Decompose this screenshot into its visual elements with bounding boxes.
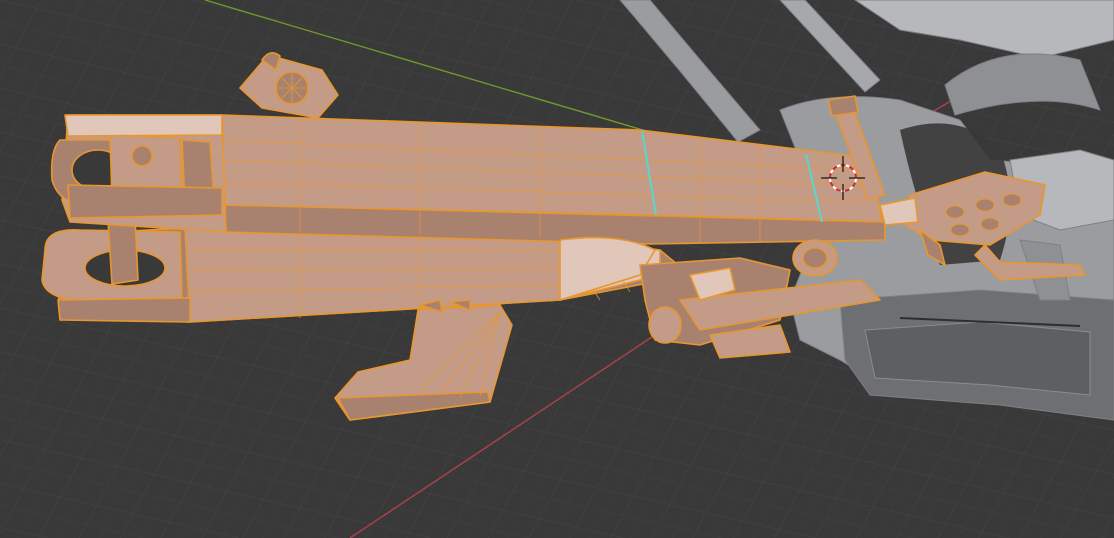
pivot-pin[interactable] — [107, 217, 139, 285]
3d-viewport[interactable] — [0, 0, 1114, 538]
viewport-canvas[interactable] — [0, 0, 1114, 538]
